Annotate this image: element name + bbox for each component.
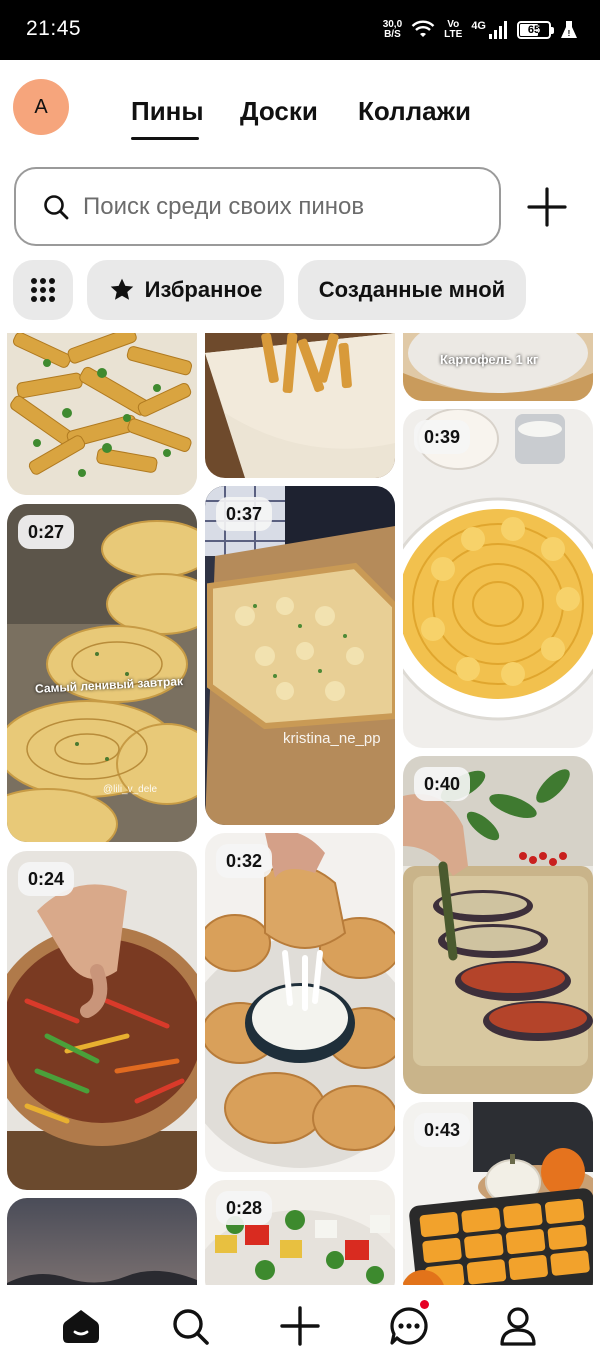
pin-image	[7, 851, 197, 1190]
pin-card[interactable]: 0:39	[403, 409, 593, 748]
pin-image	[7, 333, 197, 495]
svg-text:!: !	[568, 29, 571, 38]
created-by-me-filter-chip[interactable]: Созданные мной	[298, 260, 526, 320]
pin-card[interactable]: 0:27 Самый ленивый завтрак @lili_v_dele	[7, 504, 197, 842]
tab-collages[interactable]: Коллажи	[358, 96, 471, 127]
pin-card[interactable]: 0:32	[205, 833, 395, 1172]
signal-icon: 4G	[471, 20, 508, 40]
tab-pins[interactable]: Пины	[131, 96, 204, 127]
pin-card[interactable]: 0:24	[7, 851, 197, 1190]
signal-bars-icon	[489, 21, 507, 39]
video-duration-badge: 0:28	[216, 1191, 273, 1225]
status-bar: 21:45 30,0 B/S Vo LTE 4G 65 !	[0, 0, 600, 60]
nav-create-button[interactable]	[278, 1304, 322, 1348]
volte-bottom: LTE	[444, 29, 463, 40]
search-icon	[44, 194, 69, 219]
pin-card[interactable]	[7, 333, 197, 495]
profile-icon	[500, 1307, 536, 1346]
video-duration-badge: 0:40	[414, 767, 471, 801]
video-duration-badge: 0:43	[414, 1113, 471, 1147]
nav-profile-button[interactable]	[496, 1304, 540, 1348]
pin-card[interactable]: 0:43	[403, 1102, 593, 1285]
pin-image	[7, 504, 197, 842]
nav-search-button[interactable]	[168, 1304, 212, 1348]
pin-grid: 0:27 Самый ленивый завтрак @lili_v_dele …	[0, 333, 600, 1285]
volte-indicator: Vo LTE	[444, 20, 462, 40]
nav-messages-button[interactable]	[387, 1300, 431, 1348]
pin-image	[403, 756, 593, 1094]
battery-icon: 65	[517, 21, 554, 39]
plus-icon	[280, 1306, 320, 1346]
pin-watermark: @lili_v_dele	[103, 784, 158, 795]
pin-watermark: kristina_ne_pp	[283, 730, 381, 747]
search-input[interactable]	[83, 192, 473, 221]
pin-image	[205, 333, 395, 478]
pin-card[interactable]: Картофель 1 кг	[403, 333, 593, 401]
nav-home-button[interactable]	[59, 1304, 103, 1348]
pin-image	[403, 409, 593, 748]
favorites-filter-chip[interactable]: Избранное	[87, 260, 284, 320]
active-tab-indicator	[131, 137, 199, 140]
grid-dots-icon	[31, 278, 55, 302]
network-speed: 30,0 B/S	[383, 20, 402, 40]
pin-card[interactable]	[205, 333, 395, 478]
status-time: 21:45	[26, 17, 82, 40]
pin-image	[7, 1198, 197, 1285]
status-icons: 30,0 B/S Vo LTE 4G 65 !	[383, 14, 578, 46]
battery-level: 65	[527, 24, 541, 36]
pin-card[interactable]	[7, 1198, 197, 1285]
tab-bar: Пины Доски Коллажи	[0, 96, 600, 146]
video-duration-badge: 0:37	[216, 497, 273, 531]
pin-image	[205, 486, 395, 825]
home-icon	[63, 1310, 99, 1343]
search-bar[interactable]	[14, 167, 501, 246]
chat-icon	[390, 1307, 428, 1345]
network-speed-unit: B/S	[384, 29, 401, 40]
star-icon	[110, 278, 133, 300]
pin-image	[205, 833, 395, 1172]
favorites-label: Избранное	[144, 277, 263, 302]
cleaner-flask-icon: !	[561, 21, 577, 38]
pin-card[interactable]: 0:40	[403, 756, 593, 1094]
video-duration-badge: 0:27	[18, 515, 75, 549]
bottom-navigation	[0, 1286, 600, 1366]
add-pin-button[interactable]	[526, 186, 568, 228]
search-icon	[173, 1309, 209, 1345]
video-duration-badge: 0:39	[414, 420, 471, 454]
pin-image	[403, 333, 593, 401]
tab-boards[interactable]: Доски	[240, 96, 318, 127]
notification-dot	[420, 1300, 429, 1309]
video-duration-badge: 0:24	[18, 862, 75, 896]
pin-caption: Картофель 1 кг	[440, 352, 539, 367]
grid-layout-button[interactable]	[13, 260, 73, 320]
wifi-icon	[411, 20, 435, 37]
network-type: 4G	[471, 20, 486, 32]
pin-card[interactable]: 0:28	[205, 1180, 395, 1285]
created-by-me-label: Созданные мной	[318, 277, 506, 302]
video-duration-badge: 0:32	[216, 844, 273, 878]
pin-card[interactable]: 0:37 kristina_ne_pp	[205, 486, 395, 825]
